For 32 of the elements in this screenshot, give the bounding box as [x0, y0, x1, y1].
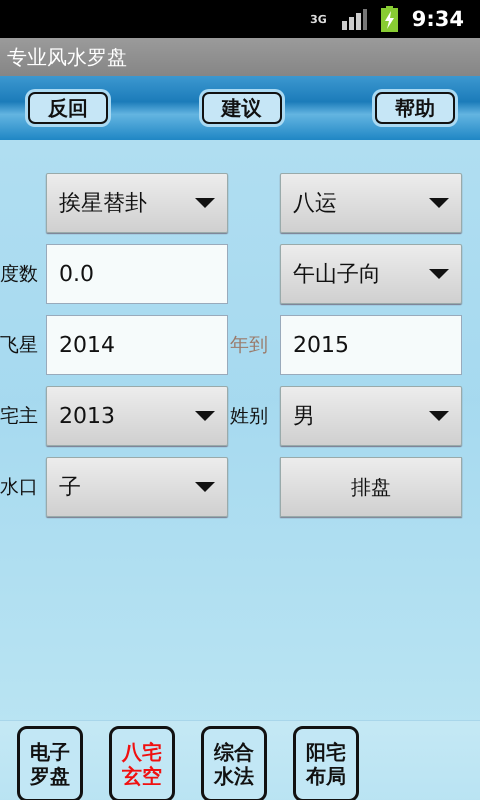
app-title: 专业风水罗盘	[7, 44, 127, 70]
caret-icon	[429, 269, 449, 279]
dropdown[interactable]: 午山子向	[280, 244, 462, 304]
clock-time: 9:34	[412, 7, 464, 31]
caret-icon	[195, 411, 215, 421]
signal-icon	[340, 8, 367, 30]
toolbar-button[interactable]: 帮助	[375, 92, 455, 124]
dropdown[interactable]: 男	[280, 386, 462, 446]
caret-icon	[429, 411, 449, 421]
field-label: 水口	[0, 475, 39, 500]
arrange-button[interactable]: 排盘	[280, 457, 462, 517]
field-label: 年到	[230, 333, 269, 358]
network-label: 3G	[310, 14, 327, 24]
dropdown[interactable]: 八运	[280, 173, 462, 233]
field-label: 姓别	[230, 404, 269, 429]
dropdown[interactable]: 挨星替卦	[46, 173, 228, 233]
tab-button[interactable]: 电子 罗盘	[17, 726, 83, 800]
input-field[interactable]: 2014	[46, 315, 228, 375]
dropdown[interactable]: 2013	[46, 386, 228, 446]
field-label: 度数	[0, 262, 39, 287]
toolbar-button[interactable]: 反回	[28, 92, 108, 124]
caret-icon	[195, 198, 215, 208]
field-label: 飞星	[0, 333, 39, 358]
input-field[interactable]: 0.0	[46, 244, 228, 304]
input-field[interactable]: 2015	[280, 315, 462, 375]
field-label: 宅主	[0, 404, 39, 429]
dropdown[interactable]: 子	[46, 457, 228, 517]
tab-button[interactable]: 综合 水法	[201, 726, 267, 800]
tab-button[interactable]: 阳宅 布局	[293, 726, 359, 800]
battery-charging-icon	[380, 6, 398, 32]
caret-icon	[195, 482, 215, 492]
caret-icon	[429, 198, 449, 208]
